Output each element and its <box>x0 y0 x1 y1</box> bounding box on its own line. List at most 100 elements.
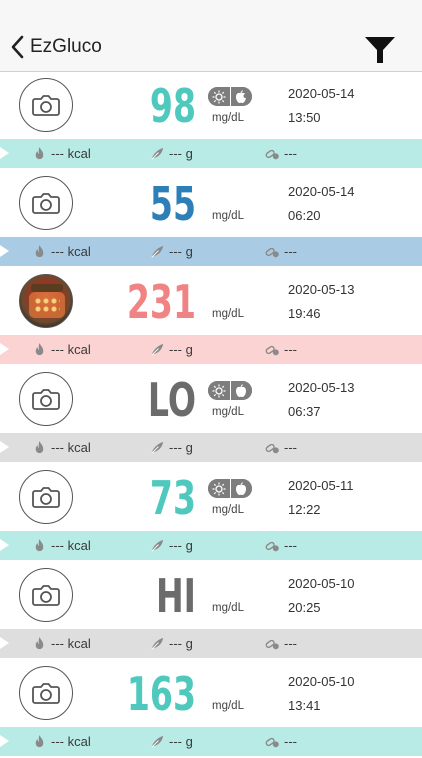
calories-field: --- kcal <box>32 636 91 651</box>
unit-label: mg/dL <box>212 504 244 516</box>
meal-tag-before-meal <box>208 479 252 498</box>
carb-icon <box>150 244 169 259</box>
carb-icon <box>150 734 169 749</box>
nutrition-bar[interactable]: --- kcal --- g --- <box>0 335 422 364</box>
flame-icon <box>32 342 51 357</box>
calories-field: --- kcal <box>32 538 91 553</box>
carbs-field: --- g <box>150 342 193 357</box>
apple-icon <box>230 87 252 106</box>
camera-button[interactable] <box>19 176 73 230</box>
notch-marker <box>0 147 9 159</box>
time-label: 06:20 <box>288 208 321 223</box>
glucose-value: 163 <box>126 667 196 721</box>
medication-field: --- <box>265 734 297 749</box>
reading-entry[interactable]: LO mg/dL 2020-05-13 06:37 --- kcal --- g… <box>0 366 422 464</box>
camera-icon <box>30 187 62 219</box>
back-button[interactable]: EzGluco <box>8 30 108 64</box>
calories-value: --- kcal <box>51 342 91 357</box>
carbs-field: --- g <box>150 440 193 455</box>
carbs-value: --- g <box>169 244 193 259</box>
reading-entry[interactable]: 231 mg/dL 2020-05-13 19:46 --- kcal --- … <box>0 268 422 366</box>
nav-bar: EzGluco <box>0 0 422 72</box>
camera-button[interactable] <box>19 78 73 132</box>
nutrition-bar[interactable]: --- kcal --- g --- <box>0 237 422 266</box>
unit-label: mg/dL <box>212 112 244 124</box>
reading-entry[interactable]: 163 mg/dL 2020-05-10 13:41 --- kcal --- … <box>0 660 422 758</box>
nutrition-bar[interactable]: --- kcal --- g --- <box>0 139 422 168</box>
carbs-field: --- g <box>150 636 193 651</box>
glucose-value: 231 <box>126 275 196 329</box>
unit-label: mg/dL <box>212 700 244 712</box>
calories-field: --- kcal <box>32 440 91 455</box>
notch-marker <box>0 245 9 257</box>
reading-entry[interactable]: 73 mg/dL 2020-05-11 12:22 --- kcal --- g… <box>0 464 422 562</box>
notch-marker <box>0 539 9 551</box>
reading-entry[interactable]: 55 mg/dL 2020-05-14 06:20 --- kcal --- g… <box>0 170 422 268</box>
carb-icon <box>150 636 169 651</box>
date-label: 2020-05-10 <box>288 674 355 689</box>
date-label: 2020-05-10 <box>288 576 355 591</box>
date-label: 2020-05-13 <box>288 282 355 297</box>
medication-value: --- <box>284 244 297 259</box>
calories-field: --- kcal <box>32 146 91 161</box>
camera-button[interactable] <box>19 470 73 524</box>
calories-field: --- kcal <box>32 342 91 357</box>
calories-value: --- kcal <box>51 244 91 259</box>
medication-field: --- <box>265 244 297 259</box>
carbs-value: --- g <box>169 440 193 455</box>
reading-row[interactable]: LO mg/dL 2020-05-13 06:37 <box>0 366 422 433</box>
time-label: 19:46 <box>288 306 321 321</box>
sun-icon <box>208 381 230 400</box>
reading-entry[interactable]: HI mg/dL 2020-05-10 20:25 --- kcal --- g… <box>0 562 422 660</box>
carb-icon <box>150 146 169 161</box>
pill-icon <box>265 146 284 161</box>
medication-field: --- <box>265 636 297 651</box>
camera-icon <box>30 579 62 611</box>
time-label: 12:22 <box>288 502 321 517</box>
unit-label: mg/dL <box>212 210 244 222</box>
reading-row[interactable]: 55 mg/dL 2020-05-14 06:20 <box>0 170 422 237</box>
time-label: 13:50 <box>288 110 321 125</box>
carbs-value: --- g <box>169 146 193 161</box>
flame-icon <box>32 146 51 161</box>
notch-marker <box>0 735 9 747</box>
medication-field: --- <box>265 146 297 161</box>
flame-icon <box>32 440 51 455</box>
carbs-value: --- g <box>169 538 193 553</box>
glucose-value: 73 <box>149 471 196 525</box>
date-label: 2020-05-14 <box>288 184 355 199</box>
date-label: 2020-05-14 <box>288 86 355 101</box>
sun-icon <box>208 87 230 106</box>
nutrition-bar[interactable]: --- kcal --- g --- <box>0 433 422 462</box>
nutrition-bar[interactable]: --- kcal --- g --- <box>0 531 422 560</box>
time-label: 20:25 <box>288 600 321 615</box>
camera-button[interactable] <box>19 372 73 426</box>
reading-row[interactable]: 73 mg/dL 2020-05-11 12:22 <box>0 464 422 531</box>
reading-entry[interactable]: 98 mg/dL 2020-05-14 13:50 --- kcal --- g… <box>0 72 422 170</box>
flame-icon <box>32 734 51 749</box>
notch-marker <box>0 343 9 355</box>
date-label: 2020-05-13 <box>288 380 355 395</box>
camera-icon <box>30 481 62 513</box>
reading-row[interactable]: HI mg/dL 2020-05-10 20:25 <box>0 562 422 629</box>
medication-value: --- <box>284 734 297 749</box>
reading-row[interactable]: 231 mg/dL 2020-05-13 19:46 <box>0 268 422 335</box>
calories-value: --- kcal <box>51 734 91 749</box>
calories-value: --- kcal <box>51 636 91 651</box>
camera-button[interactable] <box>19 568 73 622</box>
medication-value: --- <box>284 538 297 553</box>
food-photo[interactable] <box>19 274 73 328</box>
carbs-value: --- g <box>169 342 193 357</box>
nutrition-bar[interactable]: --- kcal --- g --- <box>0 727 422 756</box>
reading-row[interactable]: 98 mg/dL 2020-05-14 13:50 <box>0 72 422 139</box>
app-title: EzGluco <box>30 36 102 57</box>
apple-icon <box>230 381 252 400</box>
calories-value: --- kcal <box>51 440 91 455</box>
carbs-field: --- g <box>150 244 193 259</box>
reading-row[interactable]: 163 mg/dL 2020-05-10 13:41 <box>0 660 422 727</box>
filter-icon[interactable] <box>364 32 396 66</box>
flame-icon <box>32 244 51 259</box>
camera-button[interactable] <box>19 666 73 720</box>
carbs-field: --- g <box>150 538 193 553</box>
nutrition-bar[interactable]: --- kcal --- g --- <box>0 629 422 658</box>
